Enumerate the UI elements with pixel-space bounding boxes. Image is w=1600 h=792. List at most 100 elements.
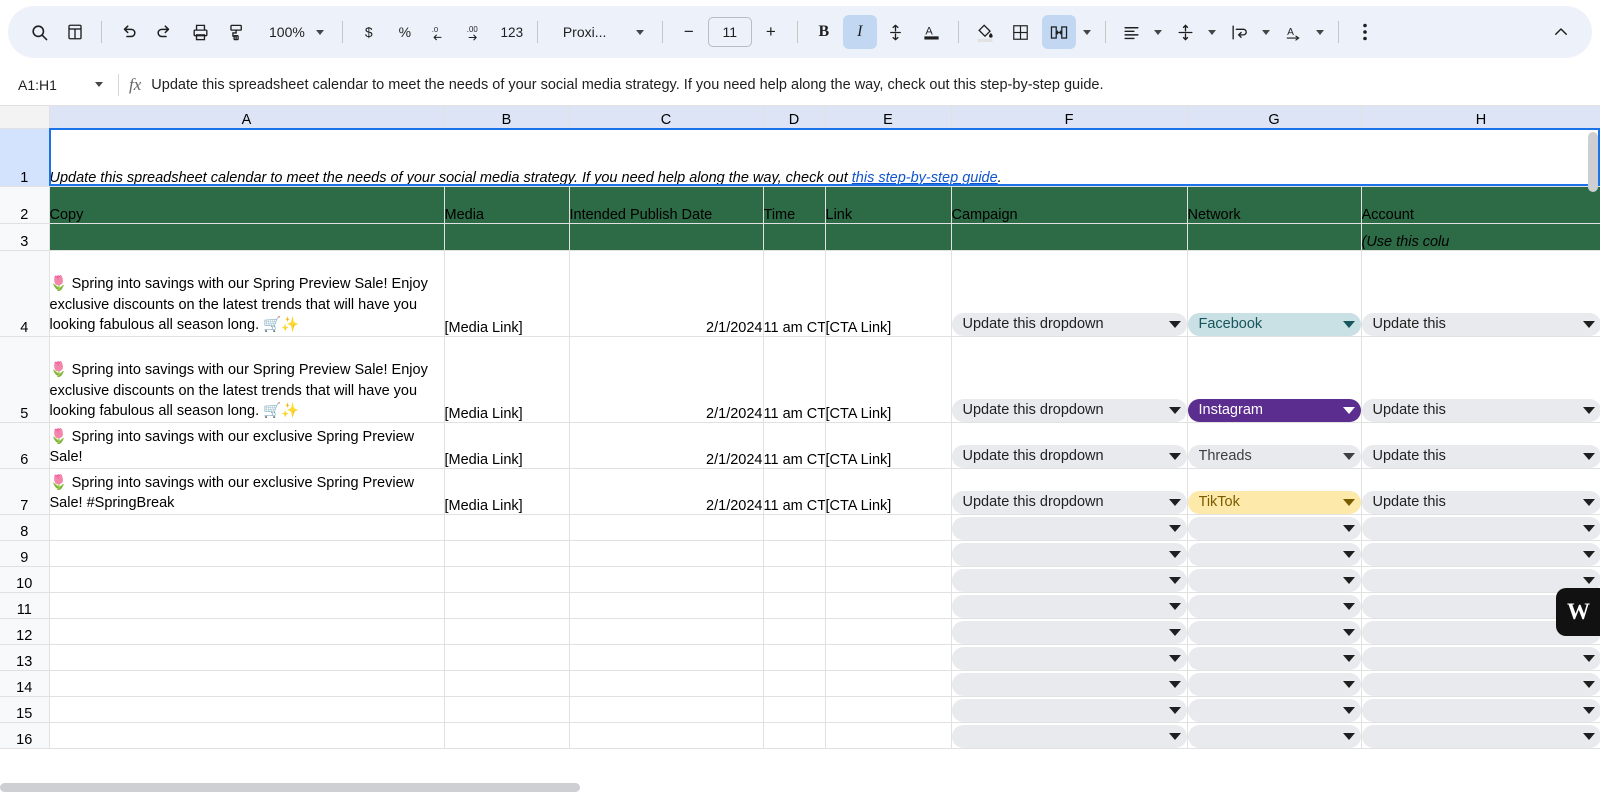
cell-network[interactable]: Instagram: [1187, 336, 1362, 423]
collapse-toolbar-icon[interactable]: [1544, 15, 1578, 49]
row-header-15[interactable]: 15: [0, 696, 50, 723]
redo-icon[interactable]: [147, 15, 181, 49]
header-copy[interactable]: Copy: [49, 186, 445, 224]
cell-account[interactable]: Update this: [1361, 422, 1600, 469]
account-dropdown[interactable]: [1361, 698, 1600, 721]
header-intended-publish-date[interactable]: Intended Publish Date: [569, 186, 764, 224]
network-dropdown[interactable]: [1187, 542, 1360, 565]
cell-copy[interactable]: [49, 618, 445, 645]
network-dropdown[interactable]: [1187, 620, 1360, 643]
row-header-16[interactable]: 16: [0, 722, 50, 749]
network-dropdown[interactable]: [1187, 698, 1360, 721]
cell-account[interactable]: [1361, 540, 1600, 567]
cell-account[interactable]: Update this: [1361, 468, 1600, 515]
vertical-scrollbar[interactable]: [1588, 132, 1598, 786]
cell-a1-banner[interactable]: Update this spreadsheet calendar to meet…: [49, 128, 1600, 187]
increase-decimal-icon[interactable]: .00: [460, 15, 494, 49]
column-header-h[interactable]: H: [1361, 106, 1600, 129]
cell-copy[interactable]: [49, 566, 445, 593]
text-rotation-button[interactable]: A: [1277, 15, 1329, 49]
network-dropdown[interactable]: Facebook: [1187, 312, 1360, 335]
merge-options-chevron-icon[interactable]: [1078, 15, 1096, 49]
cell-campaign[interactable]: [951, 514, 1188, 541]
cell-campaign[interactable]: Update this dropdown: [951, 422, 1188, 469]
row-header-2[interactable]: 2: [0, 186, 50, 224]
cell-publish-date[interactable]: 2/1/2024: [569, 422, 764, 469]
wistia-badge[interactable]: W: [1556, 588, 1600, 636]
cell-publish-date[interactable]: 2/1/2024: [569, 468, 764, 515]
row-header-6[interactable]: 6: [0, 422, 50, 469]
cell-publish-date[interactable]: [569, 644, 764, 671]
cell-publish-date[interactable]: [569, 592, 764, 619]
bold-button[interactable]: B: [807, 15, 841, 49]
network-dropdown[interactable]: [1187, 724, 1360, 747]
cell-network[interactable]: Threads: [1187, 422, 1362, 469]
cell-copy[interactable]: [49, 592, 445, 619]
header-time[interactable]: Time: [763, 186, 826, 224]
cell-campaign[interactable]: [951, 592, 1188, 619]
cell-link[interactable]: [825, 540, 952, 567]
cell-account[interactable]: Update this: [1361, 336, 1600, 423]
cell-campaign[interactable]: [951, 618, 1188, 645]
cell-media[interactable]: [444, 618, 570, 645]
font-family-selector[interactable]: Proxi...: [547, 15, 653, 49]
cell-time[interactable]: [763, 644, 826, 671]
cell-account[interactable]: [1361, 696, 1600, 723]
cell-time[interactable]: [763, 722, 826, 749]
increase-font-size-button[interactable]: +: [754, 15, 788, 49]
print-icon[interactable]: [183, 15, 217, 49]
row-header-3[interactable]: 3: [0, 223, 50, 251]
cell-c3[interactable]: [569, 223, 764, 251]
account-dropdown[interactable]: [1361, 542, 1600, 565]
cell-link[interactable]: [825, 644, 952, 671]
cell-time[interactable]: 11 am CT: [763, 468, 826, 515]
network-dropdown[interactable]: [1187, 516, 1360, 539]
cell-media[interactable]: [444, 670, 570, 697]
account-dropdown[interactable]: Update this: [1361, 398, 1600, 421]
network-dropdown[interactable]: [1187, 672, 1360, 695]
header-campaign[interactable]: Campaign: [951, 186, 1188, 224]
cell-link[interactable]: [825, 592, 952, 619]
row-header-5[interactable]: 5: [0, 336, 50, 423]
header-network[interactable]: Network: [1187, 186, 1362, 224]
cell-account[interactable]: [1361, 644, 1600, 671]
cell-link[interactable]: [CTA Link]: [825, 250, 952, 337]
campaign-dropdown[interactable]: [951, 646, 1186, 669]
header-account-subtext[interactable]: (Use this colu: [1361, 223, 1600, 251]
cell-campaign[interactable]: [951, 696, 1188, 723]
cell-media[interactable]: [Media Link]: [444, 422, 570, 469]
cell-network[interactable]: [1187, 670, 1362, 697]
cell-time[interactable]: [763, 592, 826, 619]
cell-campaign[interactable]: Update this dropdown: [951, 250, 1188, 337]
cell-publish-date[interactable]: [569, 670, 764, 697]
cell-campaign[interactable]: [951, 540, 1188, 567]
text-wrapping-button[interactable]: [1223, 15, 1275, 49]
cell-link[interactable]: [825, 514, 952, 541]
cell-network[interactable]: [1187, 722, 1362, 749]
cell-time[interactable]: [763, 696, 826, 723]
column-header-d[interactable]: D: [763, 106, 826, 129]
column-header-g[interactable]: G: [1187, 106, 1362, 129]
cell-time[interactable]: 11 am CT: [763, 422, 826, 469]
fill-color-icon[interactable]: [968, 15, 1002, 49]
cell-copy[interactable]: 🌷 Spring into savings with our Spring Pr…: [49, 336, 445, 423]
cell-media[interactable]: [Media Link]: [444, 250, 570, 337]
account-dropdown[interactable]: [1361, 672, 1600, 695]
cell-link[interactable]: [825, 566, 952, 593]
cell-publish-date[interactable]: [569, 722, 764, 749]
vertical-scrollbar-thumb[interactable]: [1588, 132, 1598, 192]
cell-link[interactable]: [825, 722, 952, 749]
cell-network[interactable]: [1187, 566, 1362, 593]
horizontal-scrollbar-thumb[interactable]: [0, 783, 580, 792]
cell-media[interactable]: [444, 722, 570, 749]
vertical-align-button[interactable]: [1169, 15, 1221, 49]
row-header-13[interactable]: 13: [0, 644, 50, 671]
cell-copy[interactable]: [49, 644, 445, 671]
cell-campaign[interactable]: Update this dropdown: [951, 468, 1188, 515]
cell-publish-date[interactable]: 2/1/2024: [569, 336, 764, 423]
header-link[interactable]: Link: [825, 186, 952, 224]
campaign-dropdown[interactable]: [951, 672, 1186, 695]
search-icon[interactable]: [22, 15, 56, 49]
cell-media[interactable]: [Media Link]: [444, 468, 570, 515]
cell-g3[interactable]: [1187, 223, 1362, 251]
